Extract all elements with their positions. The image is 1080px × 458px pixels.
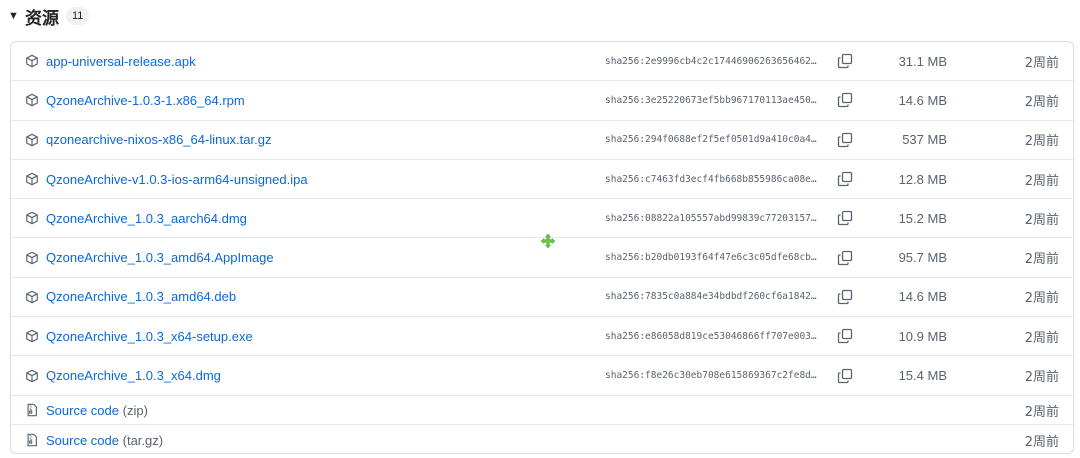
asset-size: 12.8 MB (898, 171, 947, 187)
source-code-label: Source code (46, 432, 119, 448)
asset-size: 14.6 MB (898, 92, 947, 108)
package-icon (25, 172, 39, 186)
copy-icon[interactable] (837, 92, 853, 108)
asset-download-link[interactable]: qzonearchive-nixos-x86_64-linux.tar.gz (46, 132, 271, 147)
package-icon (25, 369, 39, 383)
source-code-row: Source code (zip) 2周前 (11, 396, 1073, 426)
source-code-label: Source code (46, 402, 119, 418)
asset-size: 95.7 MB (898, 250, 947, 266)
package-icon (25, 290, 39, 304)
asset-download-link[interactable]: app-universal-release.apk (46, 54, 196, 69)
asset-sha256: sha256:3e25220673ef5bb967170113ae450… (605, 94, 817, 106)
asset-size: 14.6 MB (898, 289, 947, 305)
asset-sha256: sha256:e86058d819ce53046866ff707e003… (605, 330, 817, 342)
copy-icon[interactable] (837, 368, 853, 384)
section-title: 资源 (25, 8, 59, 29)
asset-size: 15.4 MB (898, 368, 947, 384)
asset-size: 537 MB (902, 132, 947, 148)
copy-icon[interactable] (837, 250, 853, 266)
asset-sha256: sha256:b20db0193f64f47e6c3c05dfe68cb… (605, 252, 817, 264)
move-cursor-icon (541, 234, 555, 248)
copy-icon[interactable] (837, 171, 853, 187)
source-updated-time: 2周前 (1024, 434, 1059, 450)
asset-updated-time: 2周前 (1024, 291, 1059, 307)
asset-row: QzoneArchive_1.0.3_x64.dmg sha256:f8e26c3… (11, 356, 1073, 396)
package-icon (25, 54, 39, 68)
package-icon (25, 133, 39, 147)
asset-download-link[interactable]: QzoneArchive_1.0.3_amd64.AppImage (46, 250, 274, 265)
asset-updated-time: 2周前 (1024, 370, 1059, 386)
asset-sha256: sha256:c7463fd3ecf4fb668b855986ca08e… (605, 173, 817, 185)
asset-row: QzoneArchive-1.0.3-1.x86_64.rpm sha256:3e… (11, 81, 1073, 121)
copy-icon[interactable] (837, 53, 853, 69)
asset-download-link[interactable]: QzoneArchive-v1.0.3-ios-arm64-unsigned.i… (46, 172, 308, 187)
copy-icon[interactable] (837, 289, 853, 305)
source-updated-time: 2周前 (1024, 404, 1059, 420)
asset-row: QzoneArchive_1.0.3_x64-setup.exe sha256:e… (11, 317, 1073, 357)
asset-download-link[interactable]: QzoneArchive_1.0.3_x64.dmg (46, 368, 221, 383)
asset-sha256: sha256:f8e26c30eb708e615869367c2fe8d… (605, 370, 817, 382)
asset-updated-time: 2周前 (1024, 252, 1059, 268)
asset-size: 10.9 MB (898, 328, 947, 344)
copy-icon[interactable] (837, 210, 853, 226)
copy-icon[interactable] (837, 132, 853, 148)
asset-sha256: sha256:294f0688ef2f5ef0501d9a410c0a4… (605, 134, 817, 146)
asset-updated-time: 2周前 (1024, 94, 1059, 110)
asset-size: 31.1 MB (898, 53, 947, 69)
package-icon (25, 251, 39, 265)
asset-download-link[interactable]: QzoneArchive_1.0.3_amd64.deb (46, 289, 236, 304)
package-icon (25, 211, 39, 225)
file-zip-icon (25, 433, 39, 447)
source-code-row: Source code (tar.gz) 2周前 (11, 425, 1073, 453)
asset-updated-time: 2周前 (1024, 55, 1059, 71)
asset-row: QzoneArchive-v1.0.3-ios-arm64-unsigned.i… (11, 160, 1073, 200)
asset-download-link[interactable]: QzoneArchive-1.0.3-1.x86_64.rpm (46, 93, 245, 108)
asset-updated-time: 2周前 (1024, 212, 1059, 228)
source-code-link[interactable]: Source code (tar.gz) (46, 433, 163, 448)
file-zip-icon (25, 403, 39, 417)
asset-count-badge: 11 (66, 7, 90, 25)
source-code-link[interactable]: Source code (zip) (46, 403, 148, 418)
source-code-format: (tar.gz) (122, 432, 164, 448)
asset-size: 15.2 MB (898, 210, 947, 226)
asset-download-link[interactable]: QzoneArchive_1.0.3_aarch64.dmg (46, 211, 247, 226)
asset-row: QzoneArchive_1.0.3_aarch64.dmg sha256:088… (11, 199, 1073, 239)
copy-icon[interactable] (837, 328, 853, 344)
asset-row: qzonearchive-nixos-x86_64-linux.tar.gz sh… (11, 121, 1073, 160)
releases-assets-header[interactable]: ▼ 资源 11 (8, 4, 90, 29)
package-icon (25, 93, 39, 107)
asset-row: QzoneArchive_1.0.3_amd64.deb sha256:7835c… (11, 278, 1073, 318)
asset-sha256: sha256:2e9996cb4c2c17446906263656462… (605, 55, 817, 67)
asset-updated-time: 2周前 (1024, 173, 1059, 189)
asset-row: app-universal-release.apk sha256:2e9996cb… (11, 42, 1073, 82)
asset-sha256: sha256:7835c0a884e34bdbdf260cf6a1842… (605, 291, 817, 303)
package-icon (25, 329, 39, 343)
asset-updated-time: 2周前 (1024, 134, 1059, 150)
source-code-format: (zip) (122, 402, 148, 418)
asset-updated-time: 2周前 (1024, 330, 1059, 346)
asset-download-link[interactable]: QzoneArchive_1.0.3_x64-setup.exe (46, 329, 253, 344)
asset-sha256: sha256:08822a105557abd99839c77203157… (605, 212, 817, 224)
triangle-down-icon[interactable]: ▼ (8, 10, 22, 22)
